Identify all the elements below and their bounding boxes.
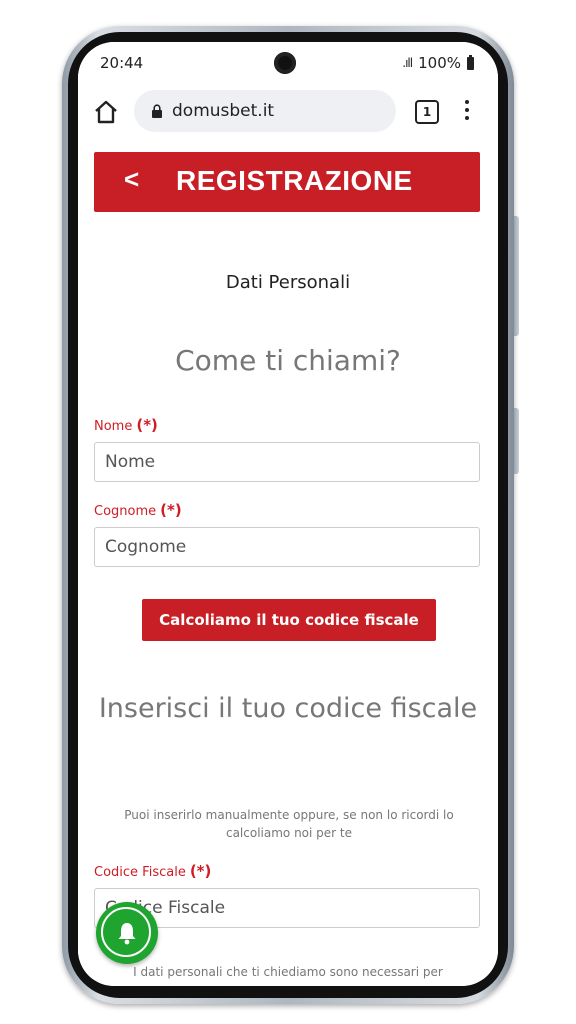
signal-icon: .ıll	[402, 56, 413, 70]
nome-label: Nome (*)	[94, 416, 158, 434]
cognome-label: Cognome (*)	[94, 501, 182, 519]
nome-input[interactable]	[94, 442, 480, 482]
fiscal-code-hint: Puoi inserirlo manualmente oppure, se no…	[124, 808, 454, 840]
cognome-label-text: Cognome	[94, 504, 157, 519]
volume-button	[514, 216, 519, 336]
fiscal-code-title: Inserisci il tuo codice fiscale	[98, 693, 478, 724]
required-marker: (*)	[136, 416, 158, 434]
status-indicators: .ıll 100%	[402, 54, 474, 72]
address-bar[interactable]: domusbet.it	[134, 90, 396, 132]
power-button	[514, 408, 519, 474]
calculate-fiscal-code-button[interactable]: Calcoliamo il tuo codice fiscale	[142, 599, 436, 641]
codice-fiscale-label: Codice Fiscale (*)	[94, 862, 211, 880]
lock-icon	[152, 104, 162, 118]
cognome-input[interactable]	[94, 527, 480, 567]
section-title: Dati Personali	[225, 272, 351, 293]
required-marker: (*)	[160, 501, 182, 519]
status-bar: 20:44 .ıll 100%	[78, 42, 498, 82]
browser-toolbar: domusbet.it 1	[78, 82, 498, 142]
home-icon[interactable]	[92, 98, 120, 126]
tab-switcher-button[interactable]: 1	[415, 100, 439, 124]
url-text: domusbet.it	[172, 101, 275, 121]
battery-icon	[467, 54, 474, 70]
page-content: < REGISTRAZIONE Dati Personali Come ti c…	[78, 142, 498, 986]
phone-screen: 20:44 .ıll 100% domusbet.it 1 < REGISTRA…	[78, 42, 498, 986]
required-marker: (*)	[189, 862, 212, 880]
privacy-notice: I dati personali che ti chiediamo sono n…	[133, 965, 443, 979]
kebab-menu-icon[interactable]	[462, 98, 472, 124]
back-button[interactable]: <	[124, 164, 139, 195]
codice-fiscale-label-text: Codice Fiscale	[94, 865, 186, 880]
front-camera	[274, 52, 296, 74]
name-question: Come ti chiami?	[175, 344, 401, 377]
fab-ring	[101, 907, 151, 957]
battery-percentage: 100%	[418, 54, 461, 72]
nome-label-text: Nome	[94, 419, 133, 434]
notification-button[interactable]	[96, 902, 158, 964]
status-time: 20:44	[100, 54, 144, 72]
registration-header: < REGISTRAZIONE	[94, 152, 480, 212]
page-title: REGISTRAZIONE	[176, 165, 413, 196]
